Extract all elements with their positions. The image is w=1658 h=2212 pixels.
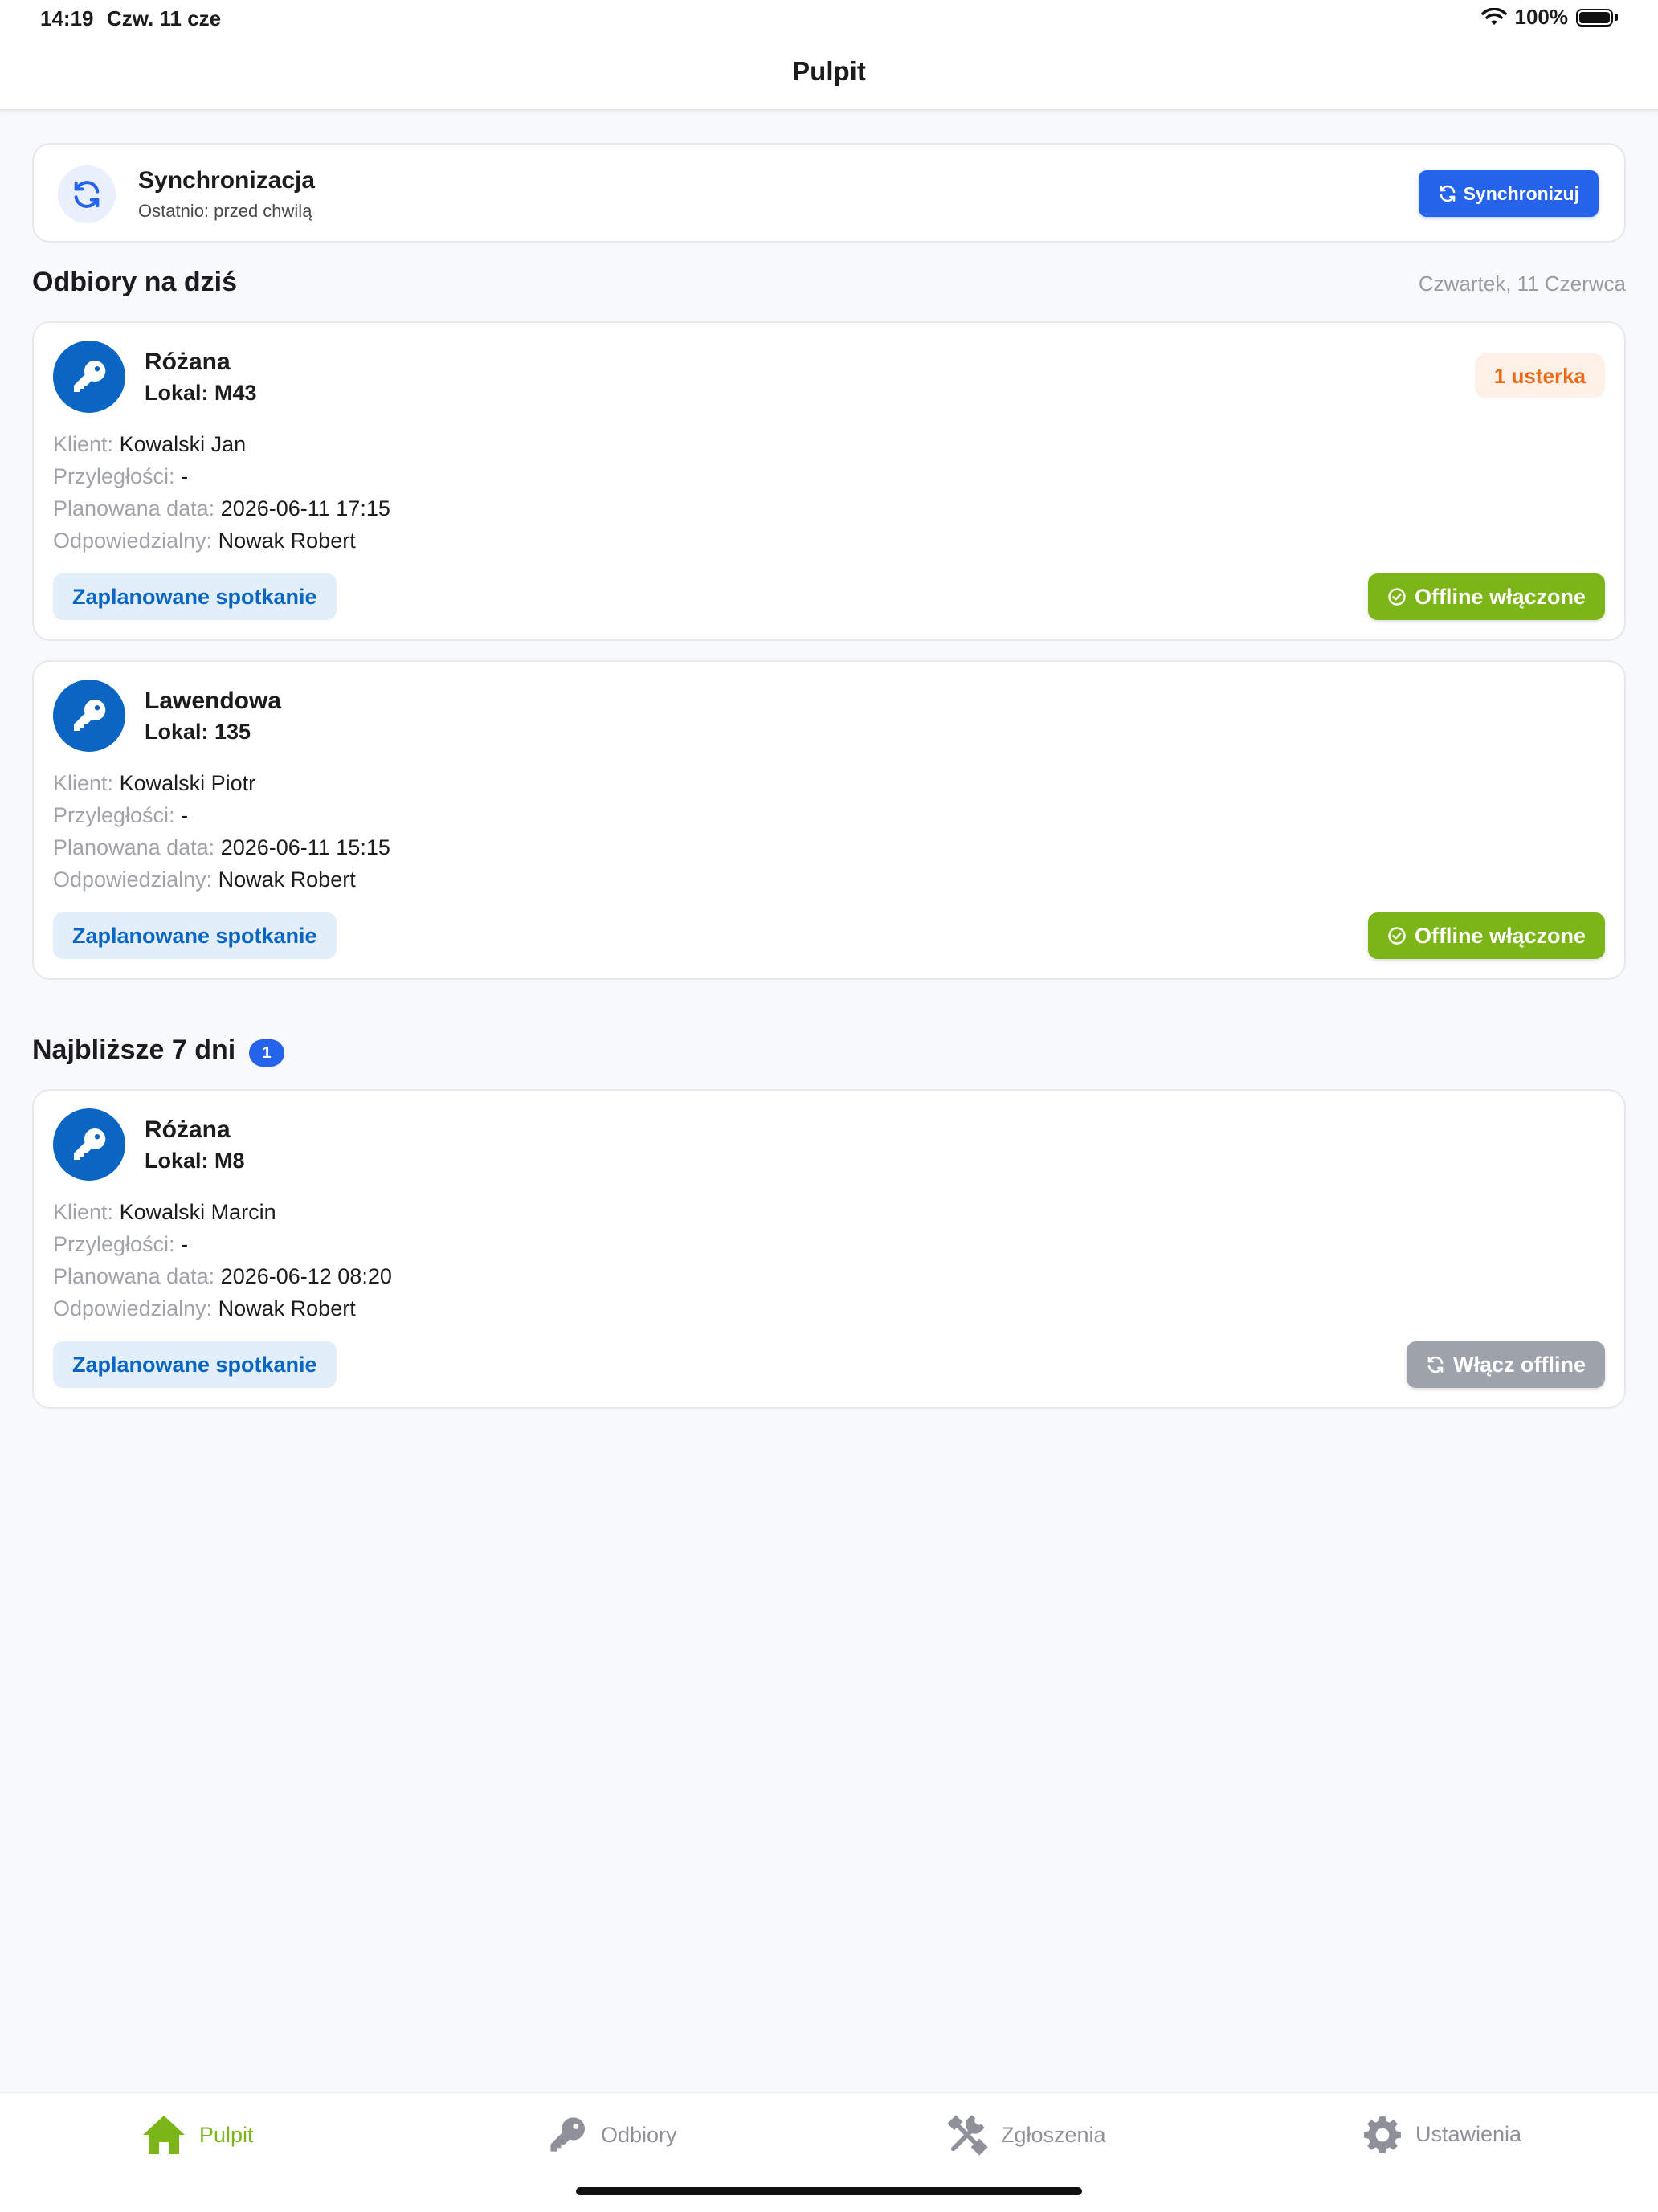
today-section-title: Odbiory na dziś	[32, 267, 238, 297]
defect-badge: 1 usterka	[1474, 353, 1605, 398]
planned-date-label: Planowana data:	[53, 835, 215, 859]
appointment-unit: Lokal: M43	[145, 381, 257, 405]
adjacent-row: Przyległości: -	[53, 1232, 188, 1257]
synchronize-button-label: Synchronizuj	[1463, 182, 1579, 204]
responsible-label: Odpowiedzialny:	[53, 1296, 213, 1320]
client-row: Klient: Kowalski Piotr	[53, 771, 255, 796]
client-label: Klient:	[53, 1200, 114, 1224]
status-time: 14:19	[40, 6, 94, 31]
adjacent-label: Przyległości:	[53, 803, 175, 827]
planned-date-row: Planowana data: 2026-06-12 08:20	[53, 1264, 392, 1289]
home-indicator	[576, 2187, 1082, 2195]
client-value: Kowalski Marcin	[119, 1200, 276, 1224]
planned-date-row: Planowana data: 2026-06-11 15:15	[53, 835, 390, 860]
client-label: Klient:	[53, 771, 114, 795]
sync-card: Synchronizacja Ostatnio: przed chwilą Sy…	[32, 143, 1626, 243]
key-icon	[53, 1108, 125, 1181]
tab-reports[interactable]: Zgłoszenia	[946, 2114, 1106, 2156]
gear-icon	[1364, 2116, 1401, 2153]
tab-dashboard-label: Pulpit	[199, 2122, 254, 2147]
planned-date-row: Planowana data: 2026-06-11 17:15	[53, 496, 390, 521]
adjacent-label: Przyległości:	[53, 1232, 175, 1256]
next-7-days-title: Najbliższe 7 dni	[32, 1035, 236, 1065]
battery-nub	[1615, 14, 1618, 21]
tab-dashboard[interactable]: Pulpit	[141, 2114, 254, 2156]
responsible-value: Nowak Robert	[218, 529, 356, 553]
adjacent-row: Przyległości: -	[53, 803, 188, 828]
adjacent-row: Przyległości: -	[53, 464, 188, 489]
appointment-unit: Lokal: 135	[145, 720, 251, 744]
offline-enabled-label: Offline włączone	[1414, 923, 1586, 948]
status-bar: 14:19 Czw. 11 cze 100%	[0, 0, 1658, 39]
status-badge: Zaplanowane spotkanie	[53, 912, 337, 959]
sync-last-time: Ostatnio: przed chwilą	[138, 201, 312, 221]
adjacent-value: -	[181, 1232, 189, 1256]
tab-handovers[interactable]: Odbiory	[546, 2114, 677, 2156]
battery-icon	[1576, 8, 1613, 27]
tab-settings-label: Ustawienia	[1415, 2121, 1522, 2146]
tab-settings[interactable]: Ustawienia	[1362, 2114, 1521, 2154]
next-7-days-count-badge: 1	[249, 1039, 284, 1067]
planned-date-value: 2026-06-11 17:15	[220, 496, 390, 520]
key-icon	[550, 2117, 585, 2152]
sync-title: Synchronizacja	[138, 167, 316, 194]
adjacent-label: Przyległości:	[53, 464, 175, 488]
client-value: Kowalski Piotr	[119, 771, 256, 795]
responsible-value: Nowak Robert	[218, 867, 356, 892]
today-date: Czwartek, 11 Czerwca	[1418, 271, 1626, 296]
responsible-label: Odpowiedzialny:	[53, 867, 213, 892]
sync-icon	[58, 165, 116, 223]
planned-date-label: Planowana data:	[53, 1264, 215, 1288]
appointment-card[interactable]: Lawendowa Lokal: 135 Klient: Kowalski Pi…	[32, 660, 1626, 980]
navigation-bar: Pulpit	[0, 39, 1658, 111]
status-indicators: 100%	[1480, 5, 1618, 30]
client-row: Klient: Kowalski Marcin	[53, 1200, 276, 1225]
synchronize-button[interactable]: Synchronizuj	[1418, 170, 1599, 217]
enable-offline-label: Włącz offline	[1452, 1352, 1586, 1377]
status-badge: Zaplanowane spotkanie	[53, 1341, 337, 1388]
planned-date-label: Planowana data:	[53, 496, 215, 520]
appointment-name: Lawendowa	[145, 688, 282, 714]
appointment-unit: Lokal: M8	[145, 1149, 245, 1173]
check-circle-icon	[1388, 588, 1406, 606]
appointment-name: Różana	[145, 1116, 231, 1143]
responsible-label: Odpowiedzialny:	[53, 529, 213, 553]
planned-date-value: 2026-06-12 08:20	[220, 1264, 392, 1288]
client-label: Klient:	[53, 432, 114, 456]
adjacent-value: -	[181, 464, 189, 488]
home-icon	[143, 2116, 185, 2154]
client-value: Kowalski Jan	[119, 432, 247, 456]
key-icon	[53, 341, 125, 413]
enable-offline-button[interactable]: Włącz offline	[1406, 1341, 1605, 1388]
responsible-row: Odpowiedzialny: Nowak Robert	[53, 1296, 356, 1321]
battery-percent: 100%	[1514, 5, 1569, 29]
responsible-row: Odpowiedzialny: Nowak Robert	[53, 867, 356, 892]
check-circle-icon	[1388, 927, 1406, 945]
refresh-icon	[1440, 185, 1455, 202]
wifi-icon	[1480, 7, 1507, 25]
status-date: Czw. 11 cze	[107, 6, 222, 31]
page-title: Pulpit	[792, 56, 866, 86]
appointment-card[interactable]: Różana Lokal: M8 Klient: Kowalski Marcin…	[32, 1089, 1626, 1409]
tools-icon	[947, 2115, 988, 2156]
offline-enabled-button[interactable]: Offline włączone	[1367, 912, 1605, 959]
appointment-card[interactable]: Różana Lokal: M43 1 usterka Klient: Kowa…	[32, 321, 1626, 641]
appointment-name: Różana	[145, 349, 231, 375]
refresh-icon	[1427, 1356, 1444, 1373]
responsible-row: Odpowiedzialny: Nowak Robert	[53, 529, 356, 553]
offline-enabled-label: Offline włączone	[1414, 584, 1586, 609]
key-icon	[53, 680, 125, 752]
status-badge: Zaplanowane spotkanie	[53, 573, 337, 620]
adjacent-value: -	[181, 803, 189, 827]
tab-reports-label: Zgłoszenia	[1001, 2122, 1106, 2147]
client-row: Klient: Kowalski Jan	[53, 432, 246, 457]
planned-date-value: 2026-06-11 15:15	[220, 835, 390, 859]
offline-enabled-button[interactable]: Offline włączone	[1367, 573, 1605, 620]
responsible-value: Nowak Robert	[218, 1296, 356, 1320]
tab-handovers-label: Odbiory	[601, 2122, 677, 2147]
